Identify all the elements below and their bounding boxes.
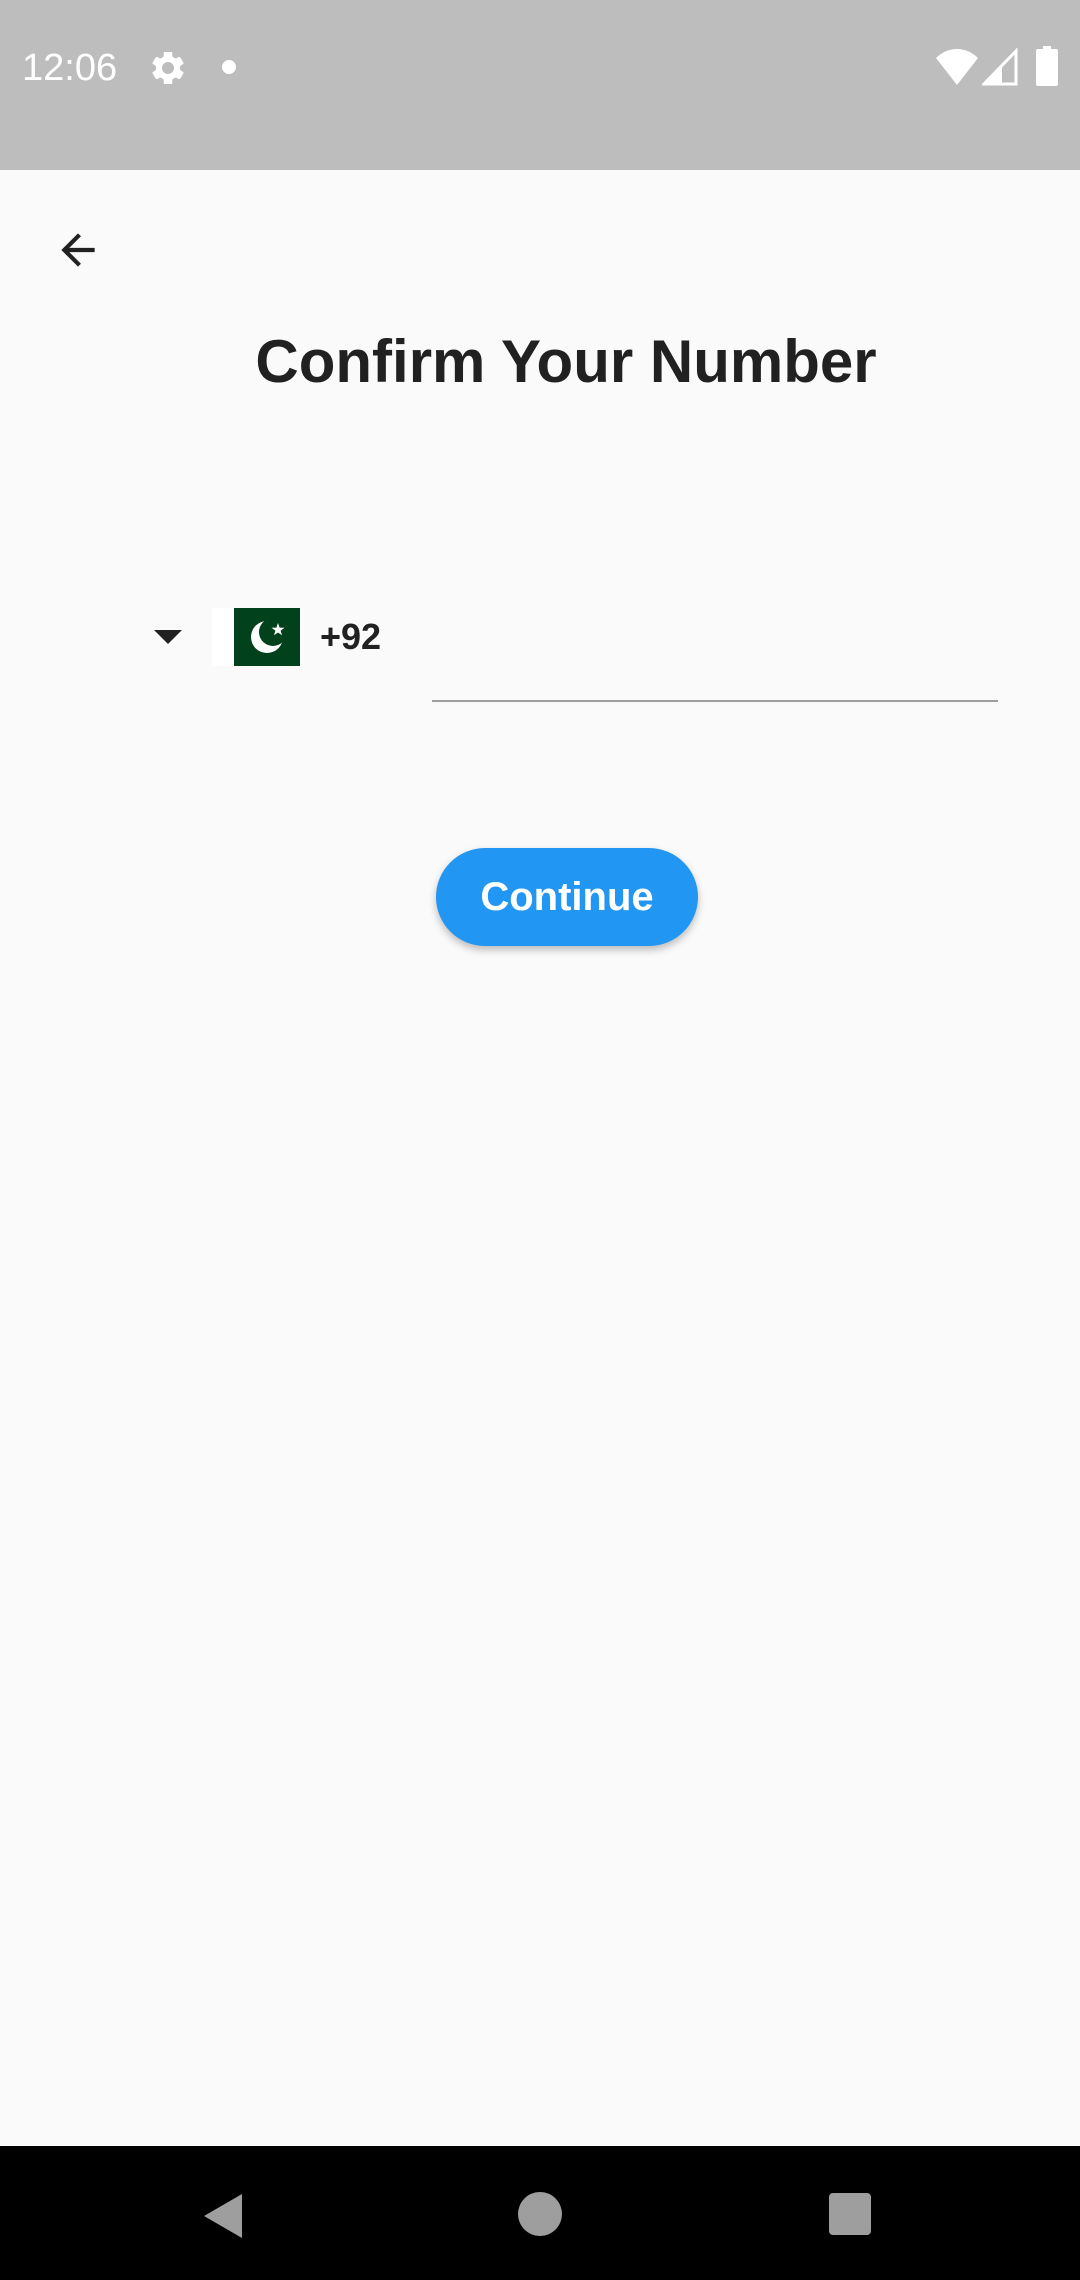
recents-square-icon[interactable] — [829, 2193, 871, 2235]
country-code-picker[interactable]: +92 — [140, 590, 400, 684]
notification-dot-icon — [222, 60, 236, 74]
signal-icon — [982, 48, 1018, 86]
gear-icon — [152, 51, 184, 84]
dropdown-arrow-icon — [154, 630, 182, 644]
dial-code: +92 — [320, 616, 382, 657]
arrow-left-icon — [61, 233, 95, 267]
back-button[interactable] — [40, 212, 116, 288]
back-triangle-icon[interactable] — [202, 2192, 244, 2240]
status-time: 12:06 — [22, 47, 118, 89]
system-nav-bar — [0, 2146, 1080, 2280]
wifi-icon — [936, 49, 978, 85]
pakistan-flag-icon — [212, 608, 300, 666]
continue-button[interactable]: Continue — [436, 848, 698, 946]
phone-number-input[interactable] — [432, 600, 998, 702]
home-circle-icon[interactable] — [518, 2192, 562, 2236]
status-bar: 12:06 — [0, 0, 1080, 170]
battery-icon — [1036, 46, 1058, 86]
page-title: Confirm Your Number — [255, 328, 877, 395]
